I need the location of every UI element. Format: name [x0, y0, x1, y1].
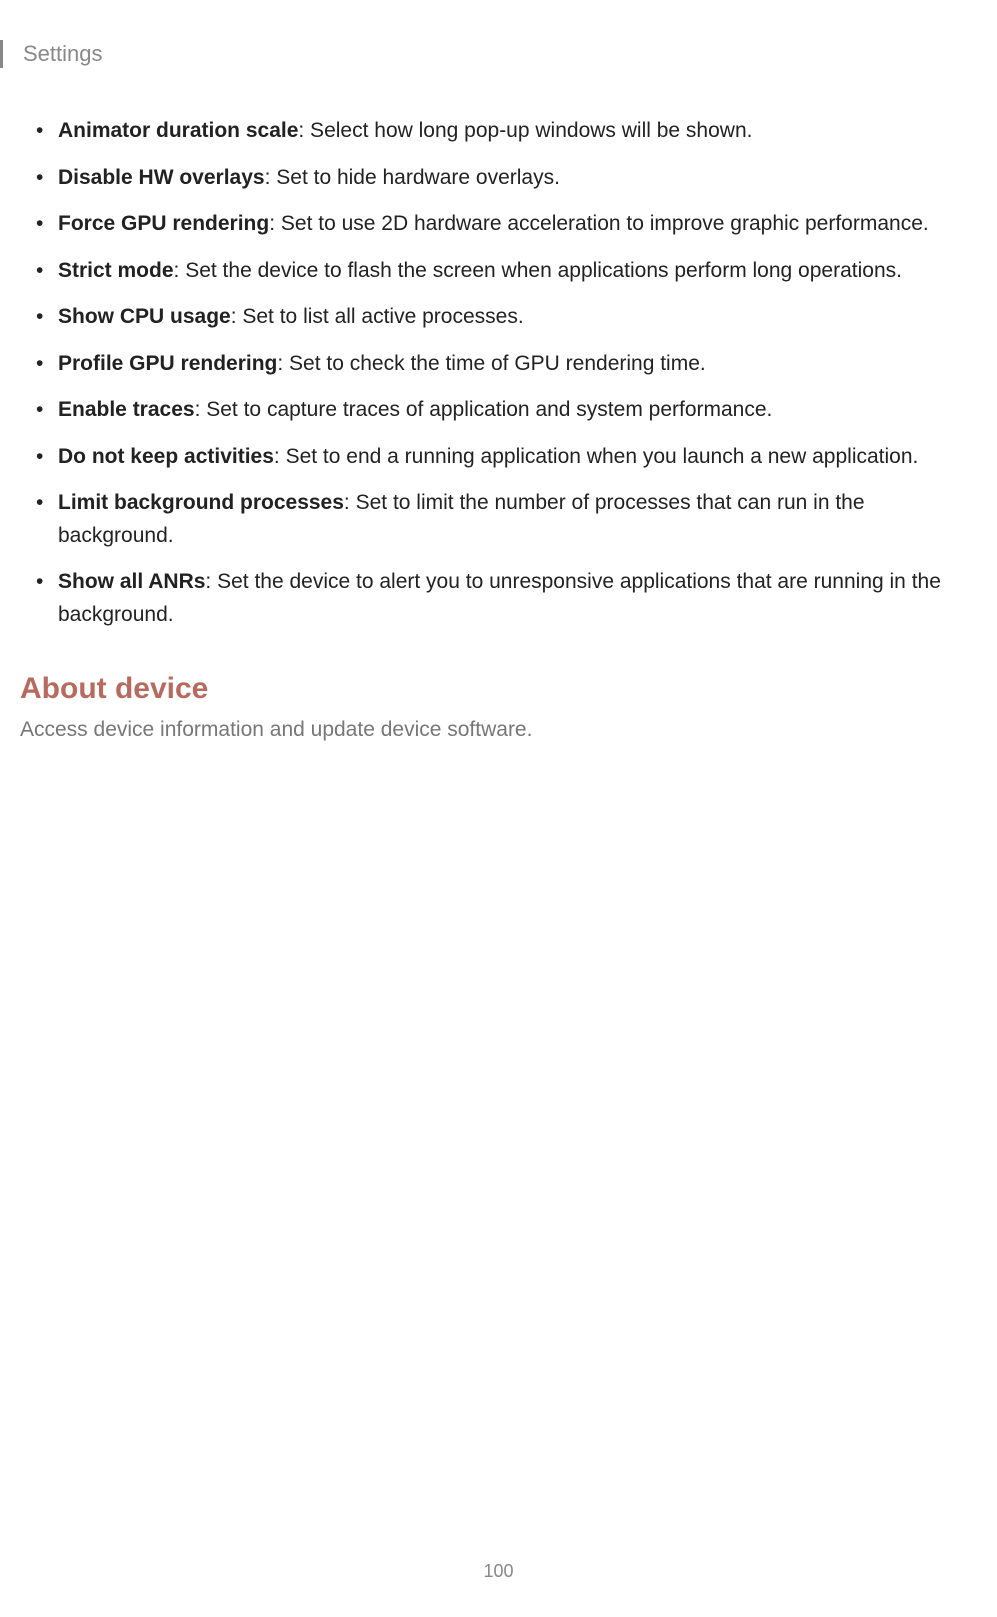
list-item-desc: : Set to hide hardware overlays. [265, 166, 560, 189]
list-item: Limit background processes: Set to limit… [58, 487, 967, 552]
list-item: Show CPU usage: Set to list all active p… [58, 301, 967, 334]
settings-list: Animator duration scale: Select how long… [30, 115, 967, 632]
list-item-term: Show all ANRs [58, 570, 205, 593]
list-item-desc: : Set to end a running application when … [274, 445, 918, 468]
list-item-term: Force GPU rendering [58, 212, 269, 235]
list-item: Do not keep activities: Set to end a run… [58, 441, 967, 474]
list-item-desc: : Select how long pop-up windows will be… [298, 119, 752, 142]
section-heading-about-device: About device [20, 672, 967, 706]
list-item-term: Limit background processes [58, 491, 344, 514]
list-item-term: Show CPU usage [58, 305, 231, 328]
list-item: Animator duration scale: Select how long… [58, 115, 967, 148]
list-item: Show all ANRs: Set the device to alert y… [58, 566, 967, 631]
list-item-desc: : Set to capture traces of application a… [195, 398, 773, 421]
list-item: Disable HW overlays: Set to hide hardwar… [58, 162, 967, 195]
list-item-desc: : Set the device to flash the screen whe… [174, 259, 902, 282]
list-item-desc: : Set to list all active processes. [231, 305, 524, 328]
list-item-term: Strict mode [58, 259, 174, 282]
list-item: Profile GPU rendering: Set to check the … [58, 348, 967, 381]
list-item-desc: : Set to use 2D hardware acceleration to… [269, 212, 929, 235]
page-header-title: Settings [23, 41, 103, 67]
page-content: Animator duration scale: Select how long… [30, 115, 967, 742]
section-body-about-device: Access device information and update dev… [20, 718, 967, 742]
page-number: 100 [0, 1561, 997, 1582]
list-item-term: Profile GPU rendering [58, 352, 277, 375]
list-item: Strict mode: Set the device to flash the… [58, 255, 967, 288]
list-item-term: Do not keep activities [58, 445, 274, 468]
list-item-desc: : Set to check the time of GPU rendering… [277, 352, 705, 375]
list-item: Force GPU rendering: Set to use 2D hardw… [58, 208, 967, 241]
list-item-term: Animator duration scale [58, 119, 298, 142]
list-item: Enable traces: Set to capture traces of … [58, 394, 967, 427]
list-item-term: Enable traces [58, 398, 195, 421]
page-header: Settings [0, 40, 103, 68]
list-item-term: Disable HW overlays [58, 166, 265, 189]
